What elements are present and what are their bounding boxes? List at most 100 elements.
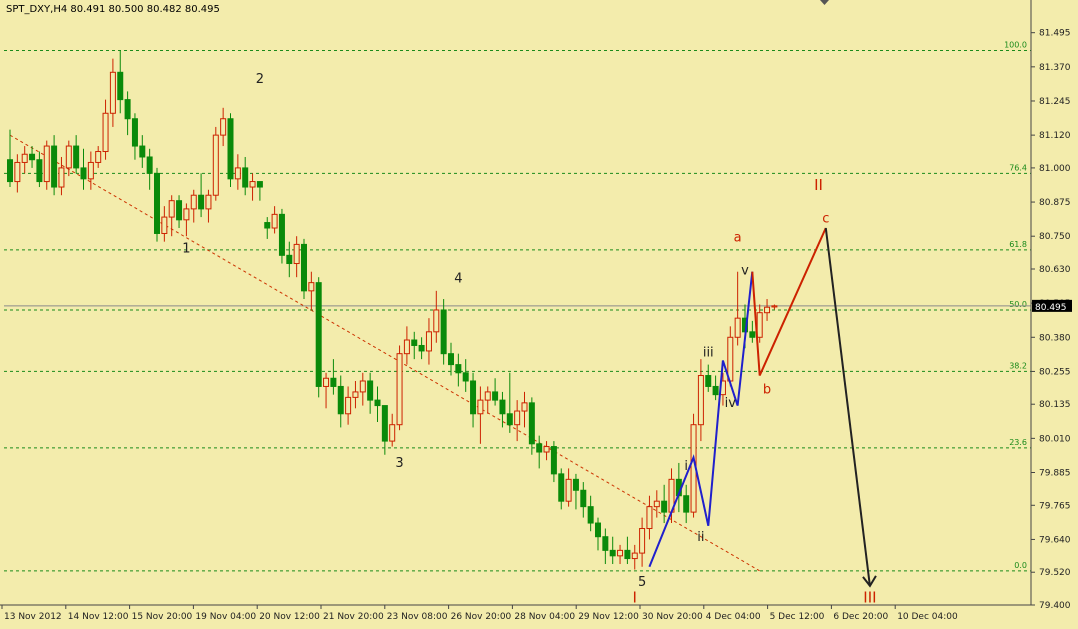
candlestick: [624, 536, 631, 565]
candlestick: [227, 113, 234, 188]
candle-body: [389, 424, 396, 442]
fib-level-label: 61.8: [1009, 240, 1027, 249]
candle-body: [367, 380, 374, 401]
candle-body: [683, 495, 690, 513]
candle-body: [374, 399, 381, 407]
candlestick: [271, 206, 278, 234]
candle-body: [330, 377, 337, 387]
candle-body: [102, 112, 109, 153]
candlestick: [345, 386, 352, 425]
wave-label: 1: [182, 242, 190, 257]
price-tick-label: 80.875: [1039, 198, 1071, 208]
candle-body: [411, 339, 418, 346]
time-tick-label: 4 Dec 04:00: [706, 612, 761, 622]
candlestick: [293, 236, 300, 278]
price-tick-label: 79.885: [1039, 469, 1071, 479]
candlestick: [29, 146, 36, 168]
candle-body: [139, 145, 146, 158]
candle-body: [36, 159, 43, 183]
price-tick-label: 80.010: [1039, 434, 1071, 444]
candlestick: [521, 391, 528, 428]
candlestick: [146, 148, 153, 190]
time-tick-label: 15 Nov 20:00: [132, 612, 193, 622]
fib-level-label: 100.0: [1004, 40, 1027, 49]
candlestick: [234, 154, 241, 190]
candle-body: [249, 181, 256, 188]
fib-level-label: 0.0: [1014, 561, 1027, 570]
candle-body: [58, 167, 65, 188]
candle-body: [734, 317, 741, 338]
candlestick: [712, 375, 719, 401]
candle-body: [484, 391, 491, 401]
candle-body: [595, 522, 601, 538]
price-tick-label: 79.765: [1039, 501, 1071, 511]
candlestick: [36, 151, 43, 188]
candlestick: [73, 135, 80, 174]
candle-body: [154, 172, 160, 234]
candle-body: [227, 118, 234, 180]
candle-body: [323, 377, 330, 387]
price-chart[interactable]: 100.076.461.850.038.223.60.0 12345Iiiiii…: [0, 0, 1078, 625]
candlestick: [477, 386, 484, 444]
time-tick-label: 6 Dec 20:00: [833, 612, 888, 622]
candlestick: [683, 484, 690, 524]
candle-body: [609, 549, 616, 557]
candle-body: [95, 151, 102, 163]
candle-body: [639, 528, 646, 554]
candlestick: [161, 206, 168, 242]
price-tick-label: 81.495: [1039, 29, 1071, 39]
price-tick-label: 81.370: [1039, 63, 1071, 73]
candlestick: [131, 113, 138, 160]
candle-body: [514, 410, 521, 426]
time-tick-label: 14 Nov 12:00: [68, 612, 129, 622]
candlestick: [506, 372, 513, 433]
wave-label: III: [863, 588, 876, 606]
candle-body: [705, 375, 712, 387]
candlestick: [315, 277, 322, 398]
candlestick: [558, 468, 565, 510]
time-tick-label: 5 Dec 12:00: [770, 612, 825, 622]
candle-body: [205, 194, 212, 210]
wave-label: 3: [395, 456, 403, 471]
candlestick: [117, 50, 124, 114]
price-tick-label: 80.750: [1039, 232, 1071, 242]
candlestick: [462, 359, 469, 392]
candlestick: [330, 359, 337, 395]
candle-body: [749, 331, 756, 338]
candlestick: [705, 364, 712, 392]
time-tick-label: 19 Nov 04:00: [195, 612, 256, 622]
candle-body: [580, 489, 587, 508]
candle-body: [242, 167, 249, 188]
candle-body: [565, 478, 572, 502]
candlestick: [492, 378, 499, 406]
candlestick: [734, 271, 741, 346]
candlestick: [580, 482, 587, 518]
candle-body: [352, 391, 359, 398]
candlestick: [212, 126, 219, 201]
candlestick: [550, 441, 557, 483]
candle-body: [190, 194, 197, 210]
candle-body: [425, 331, 432, 352]
candlestick: [609, 536, 616, 565]
candle-body: [73, 145, 80, 169]
candlestick: [249, 173, 256, 201]
price-tick-label: 81.120: [1039, 131, 1071, 141]
candlestick: [264, 217, 271, 239]
candlestick: [337, 375, 344, 428]
candlestick: [617, 544, 624, 565]
candle-body: [21, 153, 28, 163]
price-tick-label: 80.135: [1039, 400, 1071, 410]
candle-body: [448, 353, 454, 366]
wave-label: b: [763, 382, 771, 397]
time-tick-label: 13 Nov 2012: [4, 612, 62, 622]
candle-body: [771, 305, 778, 308]
time-tick-label: 28 Nov 04:00: [514, 612, 575, 622]
candle-body: [543, 446, 550, 453]
chart-window: 100.0 76.4 61.8 50.0 38.2 23.6 0.0 1 2 3 4 5 Ii ii ii…: [0, 0, 1078, 625]
price-tick-label: 80.630: [1039, 265, 1071, 275]
candlestick: [381, 405, 388, 455]
current-price-label: 80.495: [1035, 303, 1067, 313]
projection-path: [824, 227, 871, 587]
candle-body: [315, 282, 322, 387]
candlestick: [661, 484, 668, 524]
